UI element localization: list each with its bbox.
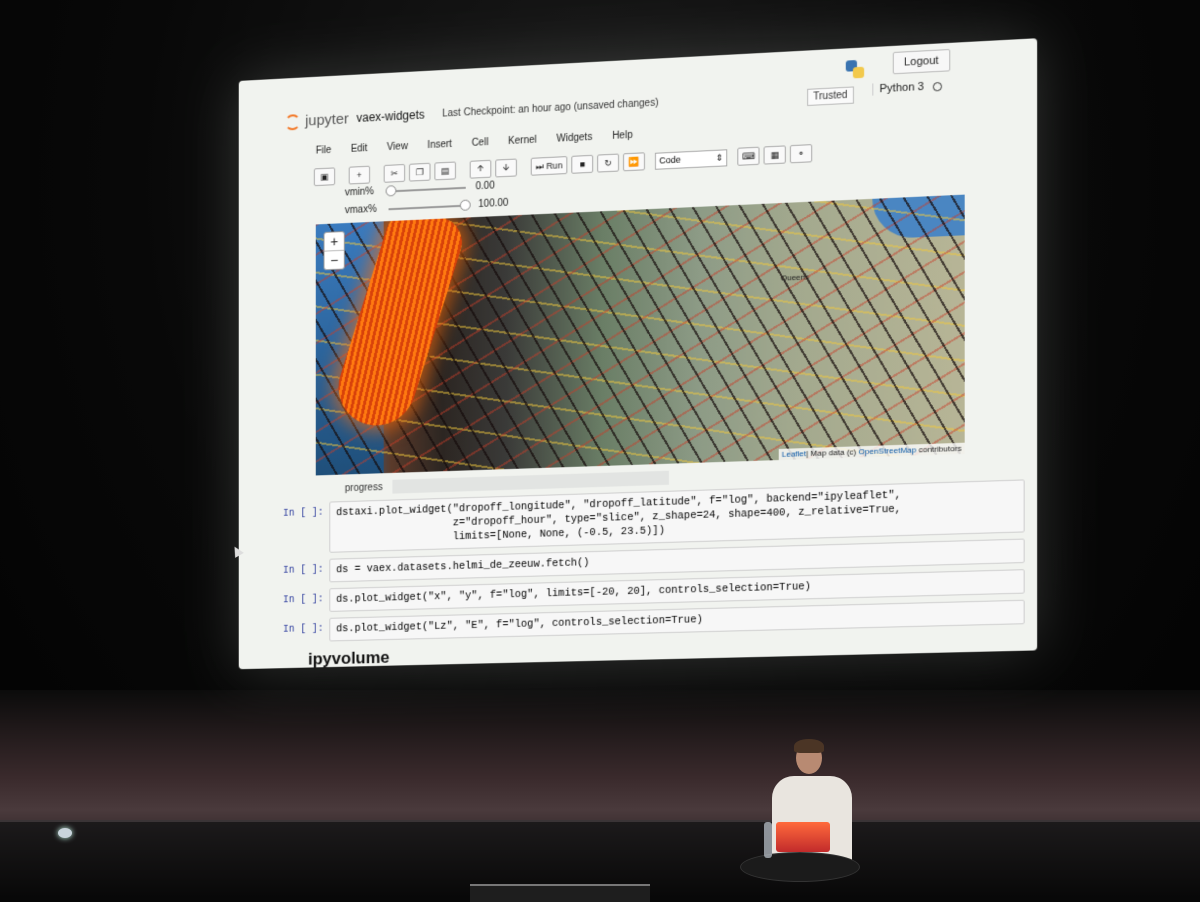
- menu-file[interactable]: File: [316, 145, 332, 163]
- menu-insert[interactable]: Insert: [427, 139, 451, 158]
- menu-view[interactable]: View: [387, 141, 408, 160]
- save-button[interactable]: ▣: [313, 167, 336, 187]
- stage-light: [58, 828, 72, 838]
- vmax-value: 100.00: [478, 197, 509, 211]
- vmax-slider[interactable]: [388, 198, 471, 211]
- attribution-tail: contributors: [916, 443, 962, 455]
- menu-edit[interactable]: Edit: [351, 143, 368, 162]
- paste-button[interactable]: ▤: [434, 161, 456, 181]
- add-icon: +: [356, 170, 362, 181]
- unsaved-indicator: (unsaved changes): [573, 97, 659, 113]
- vmin-label: vmin%: [344, 186, 374, 199]
- interrupt-button[interactable]: ■: [571, 154, 594, 174]
- move-down-icon: 🡫: [502, 161, 510, 173]
- speaker-table: [740, 852, 860, 882]
- presenter-hair: [794, 739, 824, 753]
- menu-widgets[interactable]: Widgets: [556, 132, 592, 152]
- trusted-badge[interactable]: Trusted: [807, 86, 854, 107]
- share-icon: ⚬: [797, 147, 805, 159]
- run-button[interactable]: ⏭ Run: [530, 156, 568, 176]
- menu-cell[interactable]: Cell: [472, 137, 489, 156]
- python-logo-icon: [845, 59, 865, 79]
- keyboard-icon: ⌨: [741, 150, 756, 162]
- kernel-name: Python 3: [879, 80, 924, 96]
- water-bottle: [764, 822, 772, 858]
- progress-label: progress: [344, 481, 383, 494]
- map-zoom-control: + −: [323, 231, 345, 271]
- run-label: Run: [546, 160, 563, 172]
- vmin-value: 0.00: [475, 180, 495, 193]
- menu-kernel[interactable]: Kernel: [508, 135, 537, 154]
- restart-run-all-button[interactable]: ⏩: [623, 152, 646, 172]
- paste-icon: ▤: [441, 165, 450, 176]
- move-up-icon: 🡩: [477, 163, 484, 174]
- cell-prompt: In [ ]:: [282, 564, 324, 577]
- chevron-down-icon: ⇕: [715, 151, 724, 163]
- attribution-text: | Map data (c): [806, 447, 859, 459]
- notebook-name[interactable]: vaex-widgets: [356, 108, 424, 125]
- vmin-slider-handle[interactable]: [385, 184, 397, 197]
- cell-type-value: Code: [659, 154, 681, 166]
- projected-screen: jupyter vaex-widgets Last Checkpoint: an…: [238, 38, 1038, 670]
- vmax-slider-row: vmax% 100.00: [345, 198, 509, 217]
- zoom-in-button[interactable]: +: [324, 232, 343, 251]
- cell-prompt: In [ ]:: [282, 507, 324, 520]
- move-down-button[interactable]: 🡫: [495, 158, 517, 178]
- copy-icon: ❐: [415, 166, 424, 177]
- palette-icon: ▦: [770, 149, 780, 160]
- share-button[interactable]: ⚬: [790, 144, 813, 164]
- zoom-out-button[interactable]: −: [324, 249, 344, 270]
- checkpoint-status: Last Checkpoint: an hour ago (unsaved ch…: [442, 98, 658, 120]
- osm-link[interactable]: OpenStreetMap: [859, 445, 917, 456]
- save-icon: ▣: [320, 171, 329, 182]
- cut-button[interactable]: ✂: [383, 163, 406, 183]
- stage-monitor: [470, 884, 650, 902]
- progress-bar: [392, 470, 669, 494]
- run-icon: ⏭: [535, 160, 544, 172]
- jupyter-logo-icon: [284, 113, 301, 131]
- jupyter-logo[interactable]: jupyter: [284, 110, 349, 131]
- move-up-button[interactable]: 🡩: [469, 159, 492, 179]
- restart-button[interactable]: ↻: [597, 153, 620, 173]
- command-palette-button[interactable]: ⌨: [737, 146, 760, 166]
- cell-type-select[interactable]: Code ⇕: [655, 148, 728, 170]
- cell-prompt: In [ ]:: [282, 594, 324, 607]
- logout-button[interactable]: Logout: [892, 48, 950, 75]
- cut-icon: ✂: [390, 167, 399, 179]
- kernel-status-icon: [933, 81, 943, 92]
- menu-help[interactable]: Help: [612, 130, 633, 149]
- insert-cell-button[interactable]: +: [348, 165, 371, 185]
- leaflet-map[interactable]: Queens + − Leaflet| Map data (c) OpenStr…: [315, 194, 965, 476]
- map-place-label: Queens: [780, 272, 810, 283]
- leaflet-link[interactable]: Leaflet: [782, 449, 806, 459]
- restart-icon: ↻: [604, 157, 612, 168]
- checkpoint-text: Last Checkpoint: an hour ago: [442, 102, 571, 120]
- kernel-indicator: Python 3: [872, 79, 943, 96]
- laptop: [776, 822, 830, 852]
- fast-forward-icon: ⏩: [628, 156, 640, 167]
- jupyter-logo-text: jupyter: [305, 110, 349, 130]
- copy-button[interactable]: ❐: [409, 162, 431, 182]
- vmax-slider-handle[interactable]: [459, 198, 471, 211]
- cell-prompt: In [ ]:: [282, 623, 324, 636]
- palette-button[interactable]: ▦: [763, 145, 786, 165]
- vmin-slider[interactable]: [385, 184, 466, 197]
- vmax-label: vmax%: [344, 203, 377, 217]
- stop-icon: ■: [579, 159, 586, 170]
